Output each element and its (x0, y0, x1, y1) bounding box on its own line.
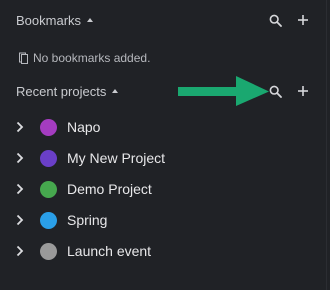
project-name: Demo Project (67, 181, 152, 197)
recent-projects-toggle[interactable]: Recent projects (16, 83, 119, 99)
annotation-arrow-icon (178, 76, 269, 106)
bookmarks-empty-message: No bookmarks added. (18, 50, 150, 66)
project-color-dot (40, 212, 57, 229)
project-item[interactable]: Launch event (0, 236, 326, 267)
project-item[interactable]: My New Project (0, 143, 326, 174)
bookmark-icon (18, 52, 29, 64)
bookmarks-search-button[interactable] (266, 11, 284, 29)
plus-icon (298, 86, 308, 96)
bookmarks-title: Bookmarks (16, 12, 82, 28)
plus-icon (298, 15, 308, 25)
caret-up-icon (112, 89, 119, 93)
recent-projects-title: Recent projects (16, 83, 107, 99)
chevron-right-icon[interactable] (16, 245, 24, 257)
recent-projects-add-button[interactable] (294, 82, 312, 100)
chevron-right-icon[interactable] (16, 121, 24, 133)
bookmarks-toggle[interactable]: Bookmarks (16, 12, 94, 28)
sidebar-panel: Bookmarks No bookmarks added. Recent pro… (0, 0, 327, 290)
project-item[interactable]: Spring (0, 205, 326, 236)
chevron-right-icon[interactable] (16, 183, 24, 195)
search-icon (269, 14, 282, 27)
project-color-dot (40, 119, 57, 136)
project-color-dot (40, 243, 57, 260)
bookmarks-actions (266, 11, 312, 29)
bookmarks-header: Bookmarks (16, 10, 312, 30)
bookmarks-add-button[interactable] (294, 11, 312, 29)
project-name: My New Project (67, 150, 166, 166)
bookmarks-empty-text: No bookmarks added. (33, 51, 151, 65)
chevron-right-icon[interactable] (16, 152, 24, 164)
project-item[interactable]: Demo Project (0, 174, 326, 205)
project-name: Spring (67, 212, 108, 228)
project-color-dot (40, 150, 57, 167)
project-name: Launch event (67, 243, 152, 259)
caret-up-icon (87, 18, 94, 22)
project-color-dot (40, 181, 57, 198)
project-name: Napo (67, 119, 101, 135)
search-icon (269, 85, 282, 98)
recent-projects-actions (266, 82, 312, 100)
project-item[interactable]: Napo (0, 112, 326, 143)
chevron-right-icon[interactable] (16, 214, 24, 226)
